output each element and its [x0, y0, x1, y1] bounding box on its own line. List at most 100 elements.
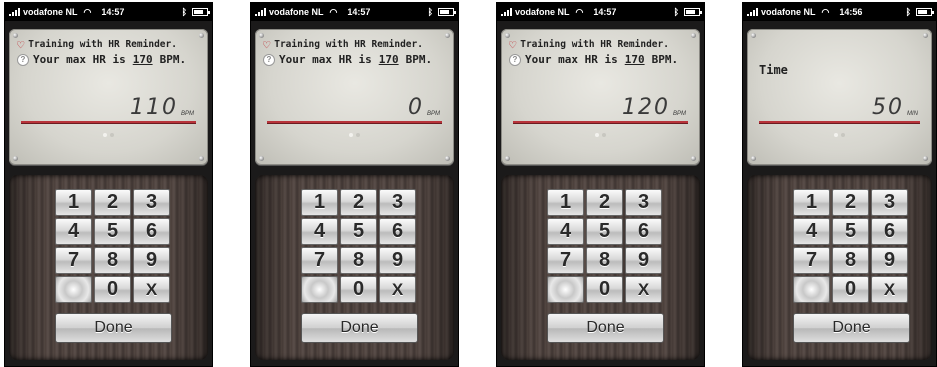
wifi-icon: ◠ [329, 6, 338, 17]
key-4[interactable]: 4 [793, 218, 830, 245]
help-icon[interactable]: ? [17, 53, 29, 66]
key-0[interactable]: 0 [586, 276, 623, 303]
divider-line [21, 121, 196, 123]
status-bar: vodafone NL ◠ 14:57 ᛒ [497, 3, 704, 21]
bluetooth-icon: ᛒ [673, 7, 679, 17]
page-dot [595, 133, 599, 137]
key-2[interactable]: 2 [832, 189, 869, 216]
signal-icon [747, 8, 758, 16]
key-4[interactable]: 4 [301, 218, 338, 245]
max-hr-value[interactable]: 170 [376, 53, 402, 66]
key-5[interactable]: 5 [586, 218, 623, 245]
reminder-title-row: ♡ Training with HR Reminder. [17, 39, 202, 51]
divider-line [513, 121, 688, 123]
page-indicator [9, 133, 208, 137]
key-7[interactable]: 7 [793, 247, 830, 274]
key-5[interactable]: 5 [94, 218, 131, 245]
key-blank[interactable] [547, 276, 584, 303]
readout-unit: BPM [672, 111, 686, 117]
key-8[interactable]: 8 [340, 247, 377, 274]
key-4[interactable]: 4 [547, 218, 584, 245]
phone-screen: vodafone NL ◠ 14:57 ᛒ ♡ Training with HR… [4, 2, 213, 367]
display-panel: Time 50 MIN [747, 29, 932, 165]
screw-icon [691, 156, 696, 161]
done-button[interactable]: Done [301, 313, 418, 343]
key-9[interactable]: 9 [625, 247, 662, 274]
screw-icon [13, 156, 18, 161]
key-blank[interactable] [301, 276, 338, 303]
signal-icon [501, 8, 512, 16]
max-hr-row: ? Your max HR is 170 BPM. [509, 53, 694, 66]
max-hr-value[interactable]: 170 [622, 53, 648, 66]
key-9[interactable]: 9 [871, 247, 908, 274]
display-panel: ♡ Training with HR Reminder. ? Your max … [501, 29, 700, 165]
screw-icon [199, 33, 204, 38]
key-1[interactable]: 1 [55, 189, 92, 216]
key-4[interactable]: 4 [55, 218, 92, 245]
max-hr-value[interactable]: 170 [130, 53, 156, 66]
battery-icon [916, 8, 934, 16]
key-8[interactable]: 8 [586, 247, 623, 274]
key-2[interactable]: 2 [340, 189, 377, 216]
done-button[interactable]: Done [55, 313, 172, 343]
battery-icon [192, 8, 210, 16]
max-hr-row: ? Your max HR is 170 BPM. [17, 53, 202, 66]
reminder-message: ♡ Training with HR Reminder. ? Your max … [509, 39, 694, 66]
key-6[interactable]: 6 [625, 218, 662, 245]
key-7[interactable]: 7 [547, 247, 584, 274]
key-8[interactable]: 8 [94, 247, 131, 274]
numeric-keypad: 123 456 7890X [793, 189, 908, 303]
key-3[interactable]: 3 [133, 189, 170, 216]
help-icon[interactable]: ? [509, 53, 521, 66]
key-1[interactable]: 1 [301, 189, 338, 216]
key-blank[interactable] [55, 276, 92, 303]
key-delete[interactable]: X [625, 276, 662, 303]
page-dot [602, 133, 606, 137]
key-9[interactable]: 9 [379, 247, 416, 274]
page-dot [349, 133, 353, 137]
key-6[interactable]: 6 [379, 218, 416, 245]
carrier-name: vodafone NL [23, 7, 78, 17]
done-button[interactable]: Done [547, 313, 664, 343]
page-indicator [747, 133, 932, 137]
page-indicator [255, 133, 454, 137]
signal-icon [9, 8, 20, 16]
key-8[interactable]: 8 [832, 247, 869, 274]
key-delete[interactable]: X [379, 276, 416, 303]
key-7[interactable]: 7 [55, 247, 92, 274]
readout-unit: BPM [180, 111, 194, 117]
max-hr-row: ? Your max HR is 170 BPM. [263, 53, 448, 66]
done-button[interactable]: Done [793, 313, 910, 343]
key-3[interactable]: 3 [871, 189, 908, 216]
key-delete[interactable]: X [871, 276, 908, 303]
key-0[interactable]: 0 [340, 276, 377, 303]
key-0[interactable]: 0 [94, 276, 131, 303]
key-7[interactable]: 7 [301, 247, 338, 274]
key-1[interactable]: 1 [793, 189, 830, 216]
key-9[interactable]: 9 [133, 247, 170, 274]
key-3[interactable]: 3 [379, 189, 416, 216]
screw-icon [751, 33, 756, 38]
key-delete[interactable]: X [133, 276, 170, 303]
reminder-title-row: ♡ Training with HR Reminder. [509, 39, 694, 51]
key-3[interactable]: 3 [625, 189, 662, 216]
reminder-title: Training with HR Reminder. [274, 39, 423, 50]
battery-icon [438, 8, 456, 16]
help-icon[interactable]: ? [263, 53, 275, 66]
numeric-keypad: 123 456 7890X [547, 189, 662, 303]
status-bar: vodafone NL ◠ 14:57 ᛒ [5, 3, 212, 21]
key-5[interactable]: 5 [832, 218, 869, 245]
key-2[interactable]: 2 [586, 189, 623, 216]
key-5[interactable]: 5 [340, 218, 377, 245]
readout-value: 0 [407, 95, 424, 120]
page-dot [834, 133, 838, 137]
wifi-icon: ◠ [575, 6, 584, 17]
key-6[interactable]: 6 [133, 218, 170, 245]
key-0[interactable]: 0 [832, 276, 869, 303]
key-blank[interactable] [793, 276, 830, 303]
page-dot [110, 133, 114, 137]
key-6[interactable]: 6 [871, 218, 908, 245]
key-2[interactable]: 2 [94, 189, 131, 216]
carrier-name: vodafone NL [761, 7, 816, 17]
key-1[interactable]: 1 [547, 189, 584, 216]
